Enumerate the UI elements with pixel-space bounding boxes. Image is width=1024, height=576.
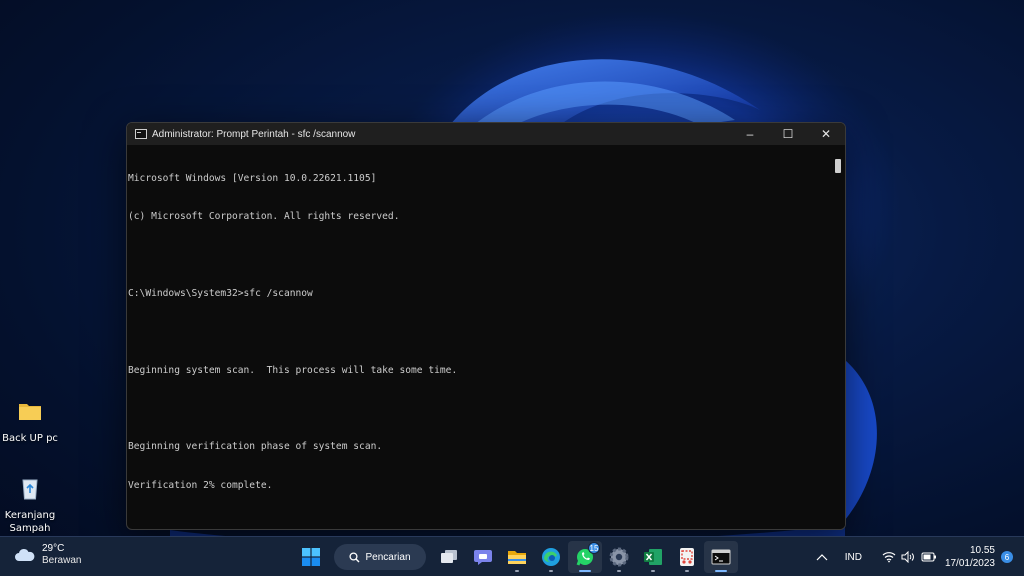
- weather-widget[interactable]: 29°C Berawan: [14, 543, 81, 567]
- command-prompt-window[interactable]: Administrator: Prompt Perintah - sfc /sc…: [126, 122, 846, 530]
- terminal-icon: [711, 549, 731, 565]
- command-prompt-icon: [135, 129, 147, 139]
- task-view-icon: [441, 550, 457, 563]
- cloud-icon: [15, 548, 35, 561]
- excel-icon: [644, 549, 662, 565]
- console-output[interactable]: Microsoft Windows [Version 10.0.22621.11…: [127, 145, 831, 529]
- running-indicator: [715, 570, 727, 572]
- desktop-icon-label: Back UP pc: [2, 433, 58, 444]
- language-indicator[interactable]: IND: [845, 552, 862, 563]
- chevron-up-icon[interactable]: [815, 552, 829, 562]
- notification-center-badge[interactable]: 6: [1001, 551, 1013, 563]
- taskbar: 29°C Berawan Pencarian 15 IND 10.55 17/0…: [0, 536, 1024, 576]
- vertical-scrollbar[interactable]: [831, 145, 845, 529]
- snipping-icon: [680, 548, 694, 566]
- windows-logo-icon: [302, 548, 320, 566]
- running-indicator: [651, 570, 655, 572]
- whatsapp-button[interactable]: 15: [568, 541, 602, 573]
- settings-button[interactable]: [602, 541, 636, 573]
- system-tray: IND 10.55 17/01/2023 6: [815, 537, 1024, 576]
- file-explorer-button[interactable]: [500, 541, 534, 573]
- weather-temperature: 29°C: [42, 543, 65, 554]
- running-indicator: [515, 570, 519, 572]
- task-view-button[interactable]: [432, 541, 466, 573]
- desktop-icon-backup-folder[interactable]: Back UP pc: [0, 398, 60, 445]
- scrollbar-thumb[interactable]: [835, 159, 841, 173]
- recycle-bin-icon: [22, 479, 38, 500]
- volume-icon[interactable]: [901, 551, 915, 563]
- notification-badge: 15: [588, 542, 600, 554]
- folder-icon: [19, 404, 41, 420]
- console-line: (c) Microsoft Corporation. All rights re…: [128, 210, 400, 222]
- close-button[interactable]: ✕: [807, 123, 845, 145]
- console-line: Microsoft Windows [Version 10.0.22621.11…: [128, 172, 377, 184]
- battery-icon[interactable]: [921, 552, 937, 562]
- running-indicator: [549, 570, 553, 572]
- gear-icon: [609, 547, 629, 567]
- maximize-button[interactable]: ☐: [769, 123, 807, 145]
- clock-time: 10.55: [969, 545, 995, 556]
- desktop-icon-label: Keranjang Sampah: [4, 510, 56, 534]
- clock-date: 17/01/2023: [944, 558, 995, 569]
- window-titlebar[interactable]: Administrator: Prompt Perintah - sfc /sc…: [127, 123, 845, 145]
- taskbar-apps: Pencarian 15: [294, 541, 738, 573]
- console-line: Verification 2% complete.: [128, 479, 273, 491]
- search-label: Pencarian: [365, 551, 411, 563]
- weather-condition: Berawan: [42, 555, 82, 566]
- console-line: C:\Windows\System32>sfc /scannow: [128, 287, 313, 299]
- clock[interactable]: 10.55 17/01/2023: [945, 544, 995, 570]
- running-indicator: [617, 570, 621, 572]
- snipping-tool-button[interactable]: [670, 541, 704, 573]
- folder-icon: [508, 551, 526, 564]
- excel-button[interactable]: [636, 541, 670, 573]
- running-indicator: [685, 570, 689, 572]
- search-icon: [349, 551, 360, 562]
- minimize-button[interactable]: –: [731, 123, 769, 145]
- edge-icon: [542, 548, 560, 566]
- terminal-button[interactable]: [704, 541, 738, 573]
- wifi-icon[interactable]: [882, 551, 896, 563]
- search-box[interactable]: Pencarian: [334, 544, 426, 570]
- edge-button[interactable]: [534, 541, 568, 573]
- chat-icon: [474, 550, 492, 565]
- window-title: Administrator: Prompt Perintah - sfc /sc…: [152, 128, 356, 140]
- console-line: Beginning verification phase of system s…: [128, 441, 383, 453]
- console-line: Beginning system scan. This process will…: [128, 364, 458, 376]
- running-indicator: [579, 570, 591, 572]
- start-button[interactable]: [294, 541, 328, 573]
- teams-button[interactable]: [466, 541, 500, 573]
